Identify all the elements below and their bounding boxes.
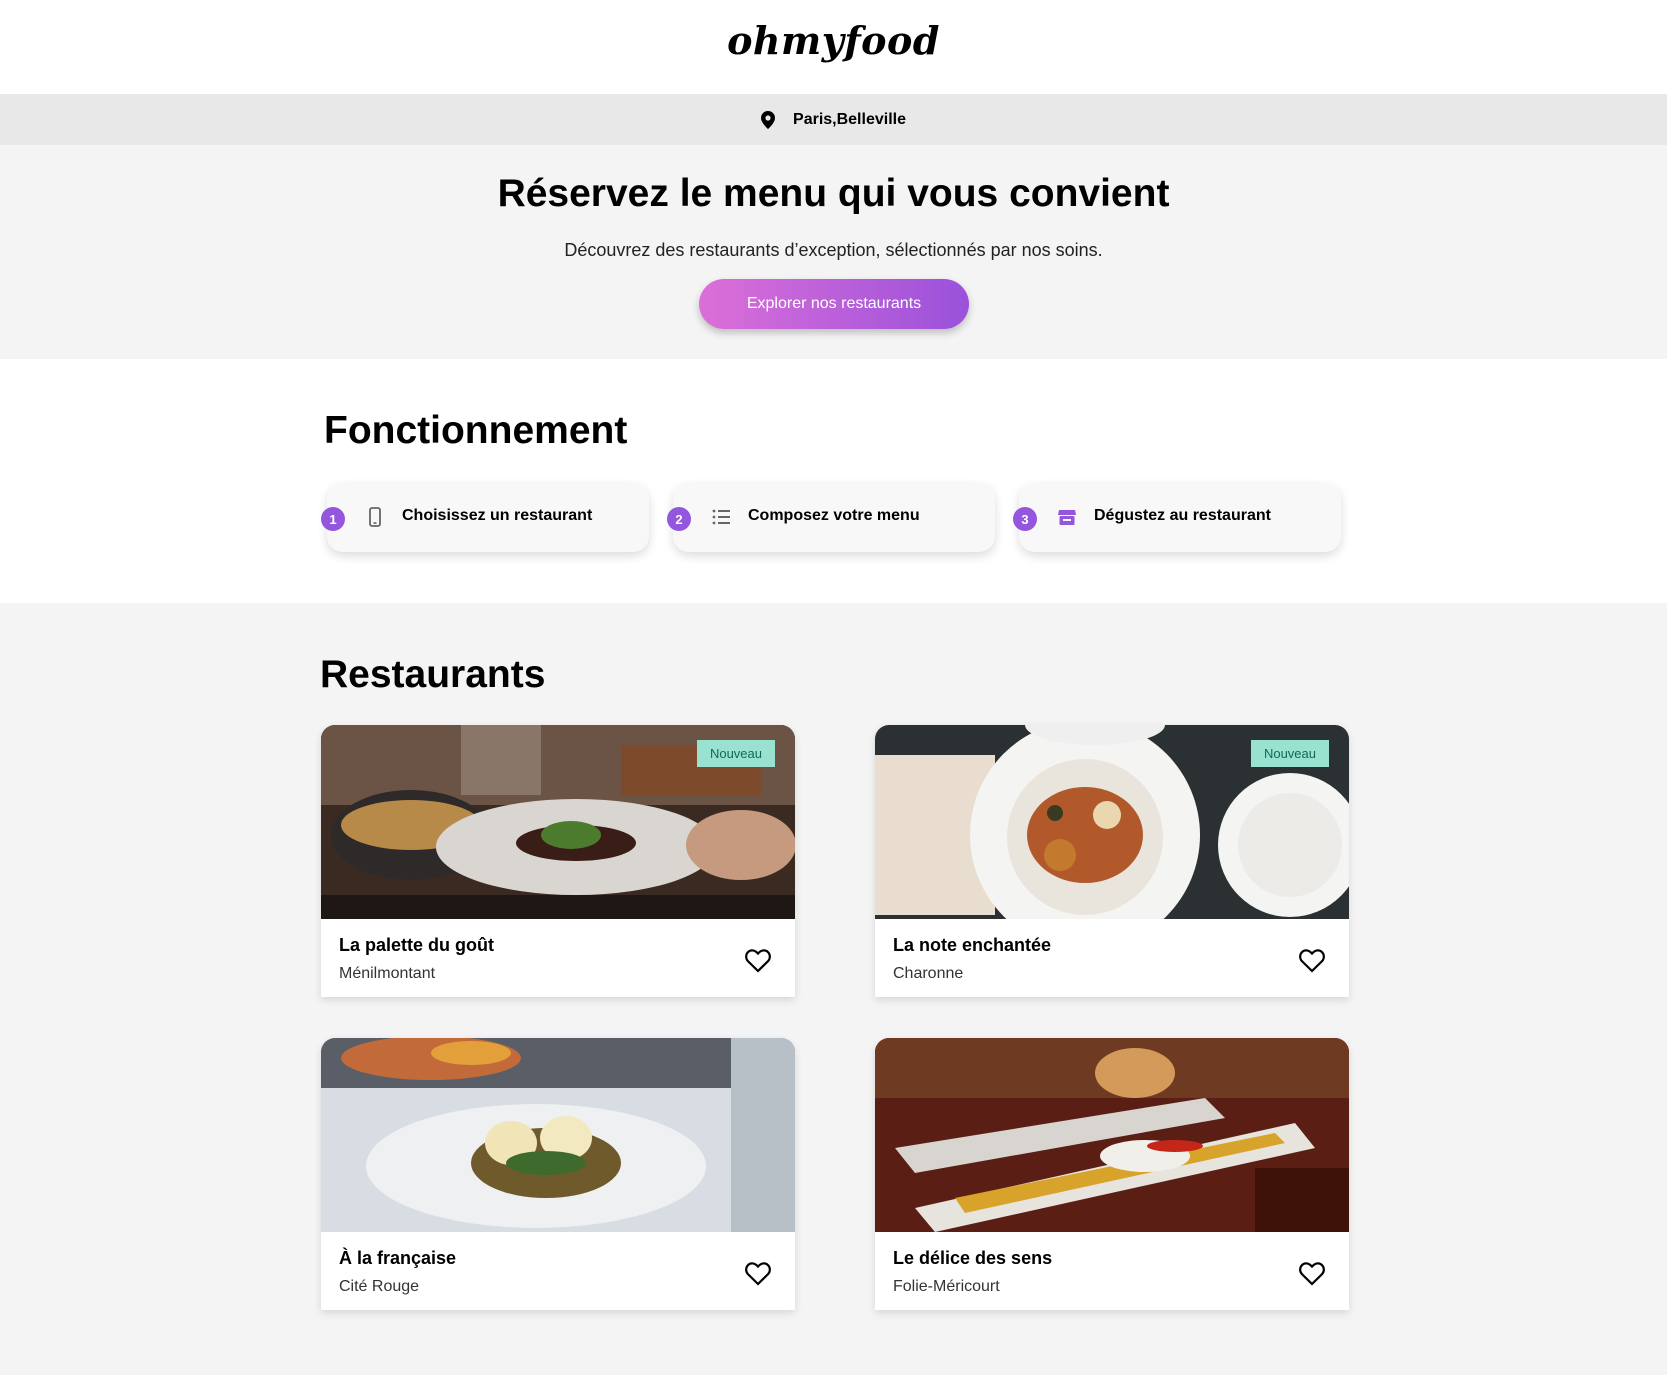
- heart-icon[interactable]: [745, 1262, 771, 1286]
- restaurant-name: Le délice des sens: [893, 1248, 1053, 1268]
- restaurant-photo[interactable]: [321, 1038, 795, 1232]
- step-card-3: 3 Dégustez au restaurant: [1013, 483, 1341, 552]
- restaurants-section: Restaurants Nouveau La palette du goût M…: [0, 603, 1667, 1375]
- location-bar: Paris,Belleville: [0, 94, 1667, 145]
- list-icon: [712, 509, 730, 525]
- step-card-2: 2 Composez votre menu: [667, 483, 995, 552]
- step-label: Choisissez un restaurant: [402, 507, 593, 524]
- restaurant-card[interactable]: Nouveau La palette du goût Ménilmontant: [321, 725, 795, 997]
- logo[interactable]: ohmyfood: [0, 18, 1667, 63]
- hero-title: Réservez le menu qui vous convient: [497, 172, 1170, 215]
- restaurant-area: Ménilmontant: [339, 965, 436, 982]
- restaurant-card[interactable]: Nouveau La note enchantée Charonne: [875, 725, 1349, 997]
- hero-subtitle: Découvrez des restaurants d’exception, s…: [564, 240, 1103, 260]
- location-text: Paris,Belleville: [793, 110, 906, 128]
- phone-icon: [369, 507, 381, 527]
- site-header: ohmyfood: [0, 0, 1667, 94]
- restaurant-card[interactable]: Le délice des sens Folie-Méricourt: [875, 1038, 1349, 1310]
- step-label: Dégustez au restaurant: [1094, 507, 1271, 524]
- restaurant-area: Folie-Méricourt: [893, 1278, 1000, 1295]
- restaurant-name: À la française: [339, 1248, 457, 1268]
- heart-icon[interactable]: [1299, 949, 1325, 973]
- restaurant-area: Cité Rouge: [339, 1278, 420, 1295]
- restaurants-title: Restaurants: [320, 653, 546, 696]
- restaurant-card[interactable]: À la française Cité Rouge: [321, 1038, 795, 1310]
- map-pin-icon: [761, 110, 776, 129]
- heart-icon[interactable]: [745, 949, 771, 973]
- step-number: 3: [1013, 507, 1037, 531]
- restaurant-photo[interactable]: [875, 1038, 1349, 1232]
- step-number: 1: [321, 507, 345, 531]
- step-label: Composez votre menu: [748, 507, 920, 524]
- explore-restaurants-button[interactable]: Explorer nos restaurants: [699, 279, 969, 329]
- step-card-1: 1 Choisissez un restaurant: [321, 483, 649, 552]
- hero-section: Réservez le menu qui vous convient Décou…: [0, 145, 1667, 359]
- restaurant-name: La palette du goût: [339, 935, 494, 955]
- new-badge: Nouveau: [1250, 740, 1329, 767]
- store-icon: [1058, 510, 1076, 525]
- how-title: Fonctionnement: [324, 409, 628, 452]
- restaurant-area: Charonne: [893, 965, 964, 982]
- new-badge: Nouveau: [696, 740, 775, 767]
- heart-icon[interactable]: [1299, 1262, 1325, 1286]
- restaurant-name: La note enchantée: [893, 935, 1052, 955]
- how-it-works-section: Fonctionnement 1 Choisissez un restauran…: [0, 359, 1667, 603]
- step-number: 2: [667, 507, 691, 531]
